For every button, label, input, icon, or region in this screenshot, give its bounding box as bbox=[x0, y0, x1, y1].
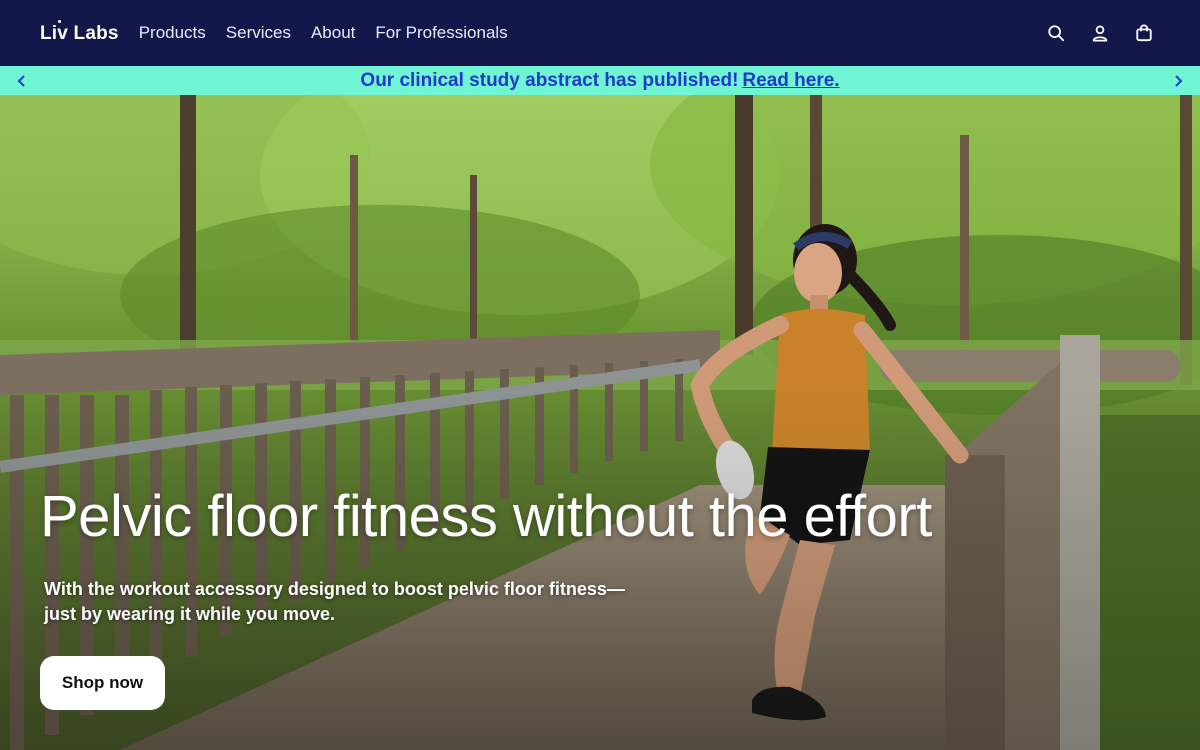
site-header: Liv Labs Products Services About For Pro… bbox=[0, 0, 1200, 66]
shop-now-button[interactable]: Shop now bbox=[40, 656, 165, 710]
logo-text: Liv Labs bbox=[40, 22, 119, 44]
logo[interactable]: Liv Labs bbox=[40, 19, 119, 44]
hero-subtitle-line2: just by wearing it while you move. bbox=[44, 604, 336, 624]
nav-services[interactable]: Services bbox=[226, 23, 291, 43]
cart-icon[interactable] bbox=[1134, 23, 1154, 43]
account-icon[interactable] bbox=[1090, 23, 1110, 43]
search-icon[interactable] bbox=[1046, 23, 1066, 43]
chevron-right-icon[interactable] bbox=[1170, 73, 1186, 89]
hero-subtitle-line1: With the workout accessory designed to b… bbox=[44, 579, 625, 599]
nav-for-professionals[interactable]: For Professionals bbox=[375, 23, 507, 43]
hero-photo bbox=[0, 95, 1200, 750]
announcement-text: Our clinical study abstract has publishe… bbox=[360, 69, 739, 91]
main-nav: Products Services About For Professional… bbox=[139, 23, 508, 43]
nav-products[interactable]: Products bbox=[139, 23, 206, 43]
header-actions bbox=[1046, 23, 1154, 43]
chevron-left-icon[interactable] bbox=[14, 73, 30, 89]
nav-about[interactable]: About bbox=[311, 23, 355, 43]
announcement-link[interactable]: Read here. bbox=[742, 70, 839, 92]
hero-subtitle: With the workout accessory designed to b… bbox=[44, 577, 664, 627]
logo-dot bbox=[58, 19, 61, 23]
hero-title: Pelvic floor fitness without the effort bbox=[40, 484, 932, 549]
hero-section: Pelvic floor fitness without the effort … bbox=[0, 95, 1200, 750]
announcement-bar: Our clinical study abstract has publishe… bbox=[0, 66, 1200, 95]
